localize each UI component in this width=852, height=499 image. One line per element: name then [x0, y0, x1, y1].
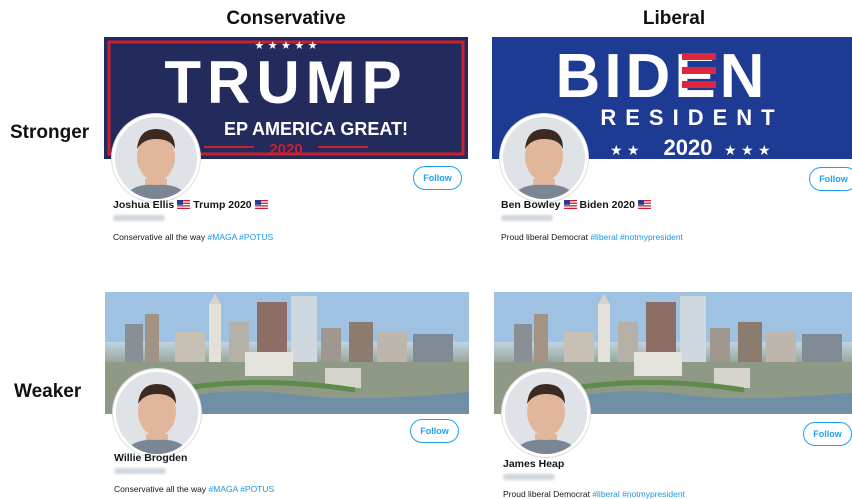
banner-subtitle: EP AMERICA GREAT! [224, 119, 408, 139]
follow-button[interactable]: Follow [413, 166, 462, 190]
profile-card-liberal-weaker: Follow James Heap Proud liberal Democrat… [494, 292, 852, 499]
profile-card-liberal-stronger: BIDEN RESIDENT ★ ★ 2020 ★ ★ ★ Follow Ben… [492, 37, 852, 242]
column-header-liberal: Liberal [642, 8, 706, 29]
display-name: Ben Bowley Biden 2020 [501, 199, 654, 211]
us-flag-icon [177, 200, 191, 209]
follow-button[interactable]: Follow [803, 422, 852, 446]
us-flag-icon [254, 200, 268, 209]
bio: Conservative all the way #MAGA #POTUS [114, 484, 275, 494]
banner-year: 2020 [269, 141, 302, 158]
blurred-handle [501, 215, 553, 221]
avatar[interactable] [502, 369, 590, 457]
banner-subtitle: RESIDENT [600, 105, 783, 130]
row-header-stronger: Stronger [10, 122, 90, 143]
profile-card-conservative-weaker: Follow Willie Brogden Conservative all t… [105, 292, 469, 494]
profile-card-conservative-stronger: ★ ★ ★ ★ ★ TRUMP EP AMERICA GREAT! 2020 F… [104, 37, 468, 242]
column-header-conservative: Conservative [226, 8, 346, 29]
avatar[interactable] [500, 114, 588, 202]
bio-hashtags[interactable]: #MAGA #POTUS [208, 232, 274, 242]
row-header-weaker: Weaker [14, 381, 82, 402]
us-flag-icon [563, 200, 577, 209]
follow-button[interactable]: Follow [809, 167, 852, 191]
avatar[interactable] [112, 114, 200, 202]
bio-hashtags[interactable]: #MAGA #POTUS [209, 484, 275, 494]
banner-year: 2020 [664, 135, 713, 159]
blurred-handle [114, 468, 166, 474]
bio: Conservative all the way #MAGA #POTUS [113, 232, 274, 242]
banner-title: BIDEN [556, 42, 769, 111]
svg-text:★ ★ ★: ★ ★ ★ [724, 143, 771, 159]
display-name: James Heap [503, 458, 565, 470]
avatar[interactable] [113, 369, 201, 457]
svg-text:★ ★: ★ ★ [610, 143, 640, 159]
display-name: Willie Brogden [114, 452, 188, 464]
bio-hashtags[interactable]: #liberal #notmypresident [590, 232, 683, 242]
banner-title: TRUMP [164, 49, 407, 116]
us-flag-icon [637, 200, 651, 209]
blurred-handle [503, 474, 555, 480]
bio: Proud liberal Democrat #liberal #notmypr… [501, 232, 683, 242]
blurred-handle [113, 215, 165, 221]
follow-button[interactable]: Follow [410, 419, 459, 443]
display-name: Joshua Ellis Trump 2020 [113, 199, 271, 211]
